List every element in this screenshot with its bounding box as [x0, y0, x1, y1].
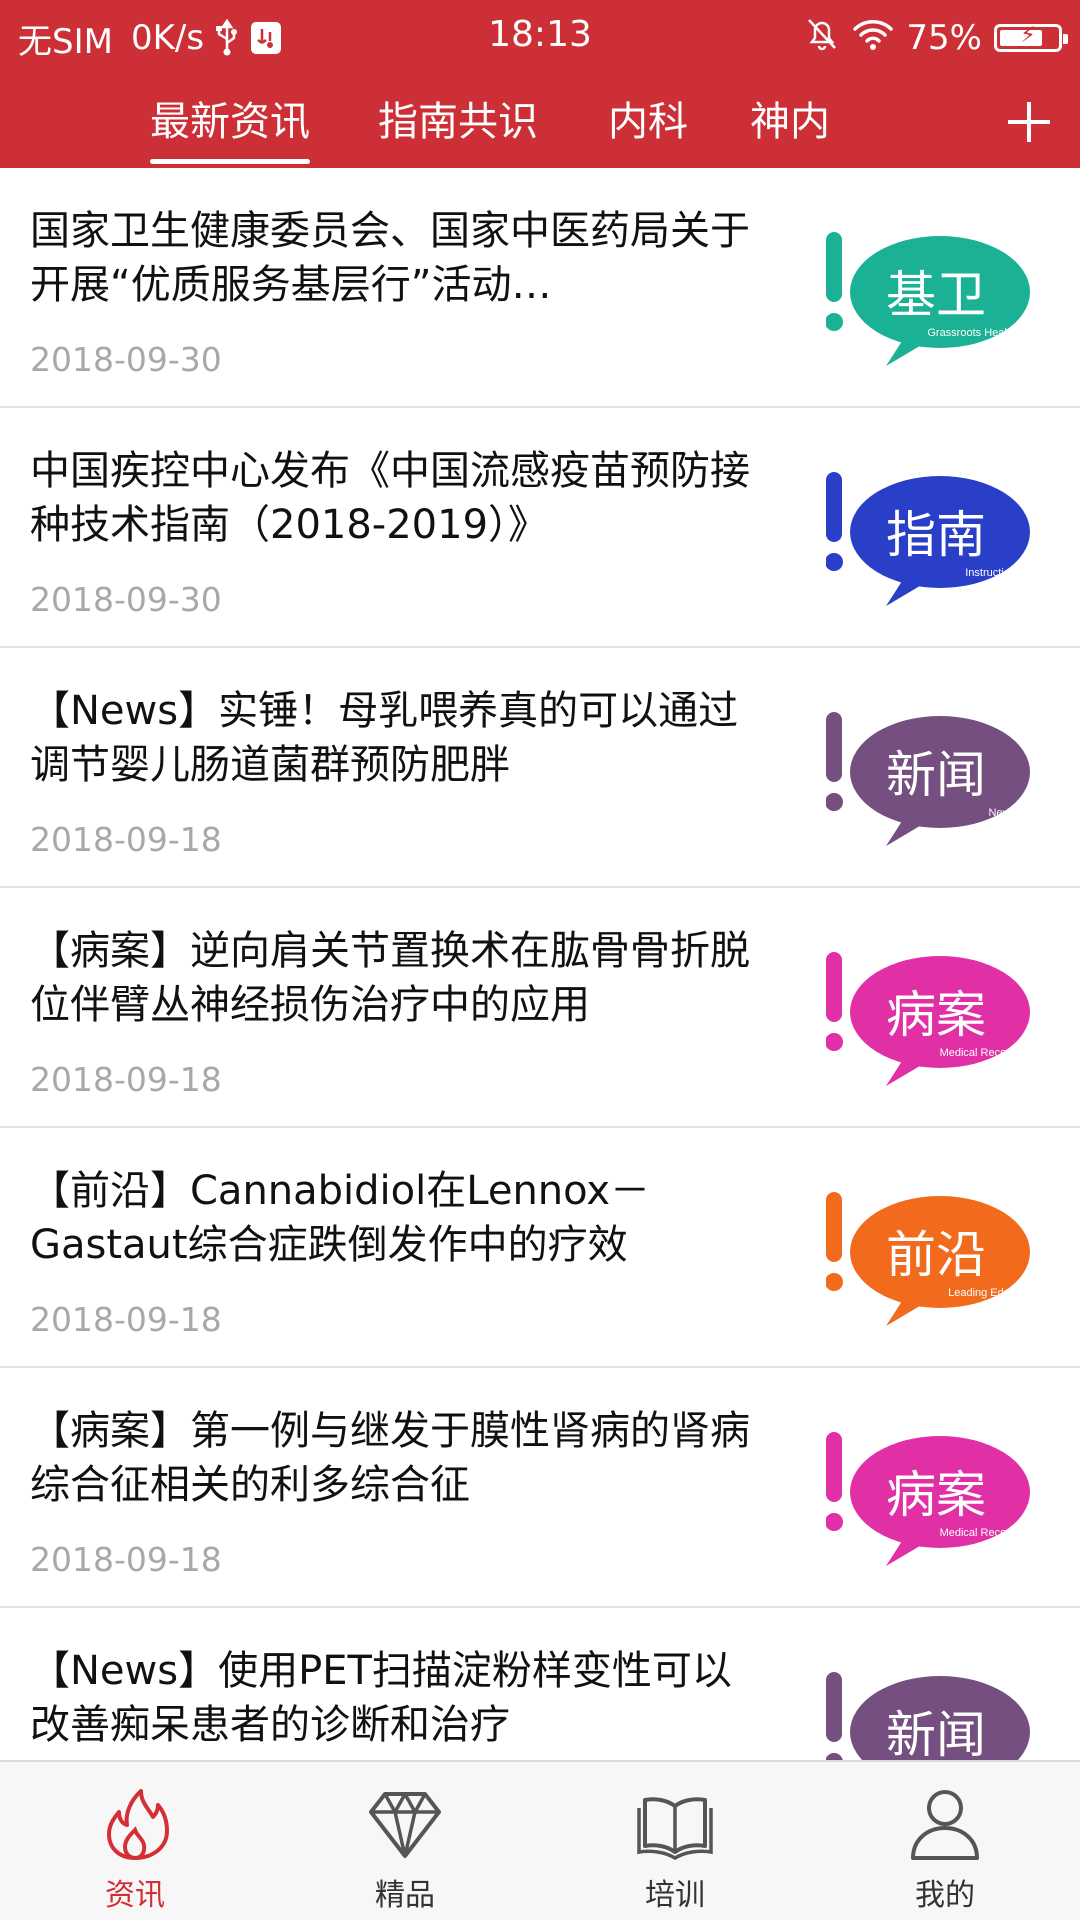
badge-main-text: 病案	[886, 986, 986, 1044]
mute-bell-icon	[804, 16, 840, 61]
person-icon	[911, 1790, 979, 1860]
article-title: 【News】使用PET扫描淀粉样变性可以改善痴呆患者的诊断和治疗	[30, 1648, 732, 1748]
article-title: 中国疾控中心发布《中国流感疫苗预防接种技术指南（2018-2019）》	[30, 448, 750, 548]
book-icon	[637, 1797, 713, 1861]
badge-sub-text: Medical Record	[940, 1047, 1016, 1059]
article-title: 【病案】第一例与继发于膜性肾病的肾病综合征相关的利多综合征	[30, 1408, 750, 1508]
bottom-navigation: 资讯 精品 培训 我的	[0, 1760, 1080, 1920]
article-date: 2018-09-30	[30, 340, 222, 379]
tab-internal-medicine[interactable]: 内科	[608, 92, 688, 152]
badge-sub-text: Instruction	[965, 567, 1016, 579]
nav-label: 资讯	[105, 1878, 165, 1913]
badge-sub-text: Leading Edge	[948, 1287, 1016, 1299]
article-date: 2018-09-18	[30, 1540, 222, 1579]
category-badge-icon: 指南 Instruction	[826, 472, 1030, 606]
category-badge-icon: 前沿 Leading Edge	[826, 1192, 1030, 1326]
article-title: 国家卫生健康委员会、国家中医药局关于开展“优质服务基层行”活动…	[30, 208, 750, 308]
exclamation-dot	[826, 1753, 843, 1760]
exclamation-dot	[826, 1033, 843, 1051]
exclamation-bar	[826, 1672, 842, 1742]
exclamation-bar	[826, 952, 842, 1022]
nav-label: 精品	[375, 1878, 435, 1913]
badge-sub-text: News	[988, 807, 1016, 819]
battery-charging-icon: ⚡	[994, 23, 1068, 52]
tab-neurology[interactable]: 神内	[750, 92, 830, 152]
status-right: 75% ⚡	[792, 14, 1068, 62]
exclamation-bar	[826, 232, 842, 302]
nav-profile[interactable]: 我的	[810, 1762, 1080, 1922]
list-item[interactable]: 【News】实锤！母乳喂养真的可以通过调节婴儿肠道菌群预防肥胖 2018-09-…	[0, 648, 1080, 888]
article-list: 国家卫生健康委员会、国家中医药局关于开展“优质服务基层行”活动… 2018-09…	[0, 168, 1080, 1760]
wifi-icon	[852, 17, 894, 60]
category-tabs: 最新资讯 指南共识 内科 神内	[0, 82, 1080, 168]
badge-sub-text: Grassroots Health	[927, 327, 1016, 339]
charging-bolt-icon: ⚡	[1020, 23, 1036, 48]
exclamation-bar	[826, 1192, 842, 1262]
article-date: 2018-09-18	[30, 820, 222, 859]
status-bar: 无SIM 0K/s 18:13 75% ⚡	[0, 0, 1080, 76]
list-item[interactable]: 【病案】逆向肩关节置换术在肱骨骨折脱位伴臂丛神经损伤治疗中的应用 2018-09…	[0, 888, 1080, 1128]
category-badge-icon: 基卫 Grassroots Health	[826, 232, 1030, 366]
category-badge-icon: 病案 Medical Record	[826, 1432, 1030, 1566]
badge-sub-text: Medical Record	[940, 1527, 1016, 1539]
badge-main-text: 基卫	[886, 266, 986, 324]
list-item[interactable]: 国家卫生健康委员会、国家中医药局关于开展“优质服务基层行”活动… 2018-09…	[0, 168, 1080, 408]
nav-label: 培训	[645, 1878, 705, 1913]
exclamation-dot	[826, 553, 843, 571]
article-date: 2018-09-30	[30, 580, 222, 619]
exclamation-dot	[826, 1273, 843, 1291]
flame-icon	[107, 1789, 169, 1861]
exclamation-dot	[826, 793, 843, 811]
nav-premium[interactable]: 精品	[270, 1762, 540, 1922]
category-badge-icon: 病案 Medical Record	[826, 952, 1030, 1086]
article-title: 【News】实锤！母乳喂养真的可以通过调节婴儿肠道菌群预防肥胖	[30, 688, 739, 788]
exclamation-bar	[826, 712, 842, 782]
badge-main-text: 前沿	[886, 1226, 986, 1284]
list-item[interactable]: 【News】使用PET扫描淀粉样变性可以改善痴呆患者的诊断和治疗 新闻News	[0, 1608, 1080, 1760]
nav-training[interactable]: 培训	[540, 1762, 810, 1922]
article-title: 【前沿】Cannabidiol在Lennox－Gastaut综合症跌倒发作中的疗…	[30, 1168, 651, 1268]
nav-label: 我的	[915, 1878, 975, 1913]
article-date: 2018-09-18	[30, 1060, 222, 1099]
article-title: 【病案】逆向肩关节置换术在肱骨骨折脱位伴臂丛神经损伤治疗中的应用	[30, 928, 750, 1028]
nav-news[interactable]: 资讯	[0, 1762, 270, 1922]
exclamation-dot	[826, 313, 843, 331]
badge-main-text: 指南	[886, 506, 986, 564]
article-date: 2018-09-18	[30, 1300, 222, 1339]
app-header: 无SIM 0K/s 18:13 75% ⚡ 最新资讯 指南共识 内科 神内	[0, 0, 1080, 168]
diamond-icon	[369, 1792, 441, 1858]
badge-main-text: 病案	[886, 1466, 986, 1524]
tab-latest-news[interactable]: 最新资讯	[150, 92, 310, 164]
tab-guidelines[interactable]: 指南共识	[378, 92, 538, 152]
exclamation-dot	[826, 1513, 843, 1531]
plus-icon[interactable]	[1004, 92, 1054, 152]
exclamation-bar	[826, 1432, 842, 1502]
list-item[interactable]: 中国疾控中心发布《中国流感疫苗预防接种技术指南（2018-2019）》 2018…	[0, 408, 1080, 648]
battery-percent: 75%	[906, 18, 982, 58]
badge-main-text: 新闻	[886, 1706, 986, 1760]
category-badge-icon: 新闻News	[826, 712, 1030, 846]
category-badge-icon: 新闻News	[826, 1672, 1030, 1760]
exclamation-bar	[826, 472, 842, 542]
list-item[interactable]: 【前沿】Cannabidiol在Lennox－Gastaut综合症跌倒发作中的疗…	[0, 1128, 1080, 1368]
list-item[interactable]: 【病案】第一例与继发于膜性肾病的肾病综合征相关的利多综合征 2018-09-18…	[0, 1368, 1080, 1608]
badge-main-text: 新闻	[886, 746, 986, 804]
